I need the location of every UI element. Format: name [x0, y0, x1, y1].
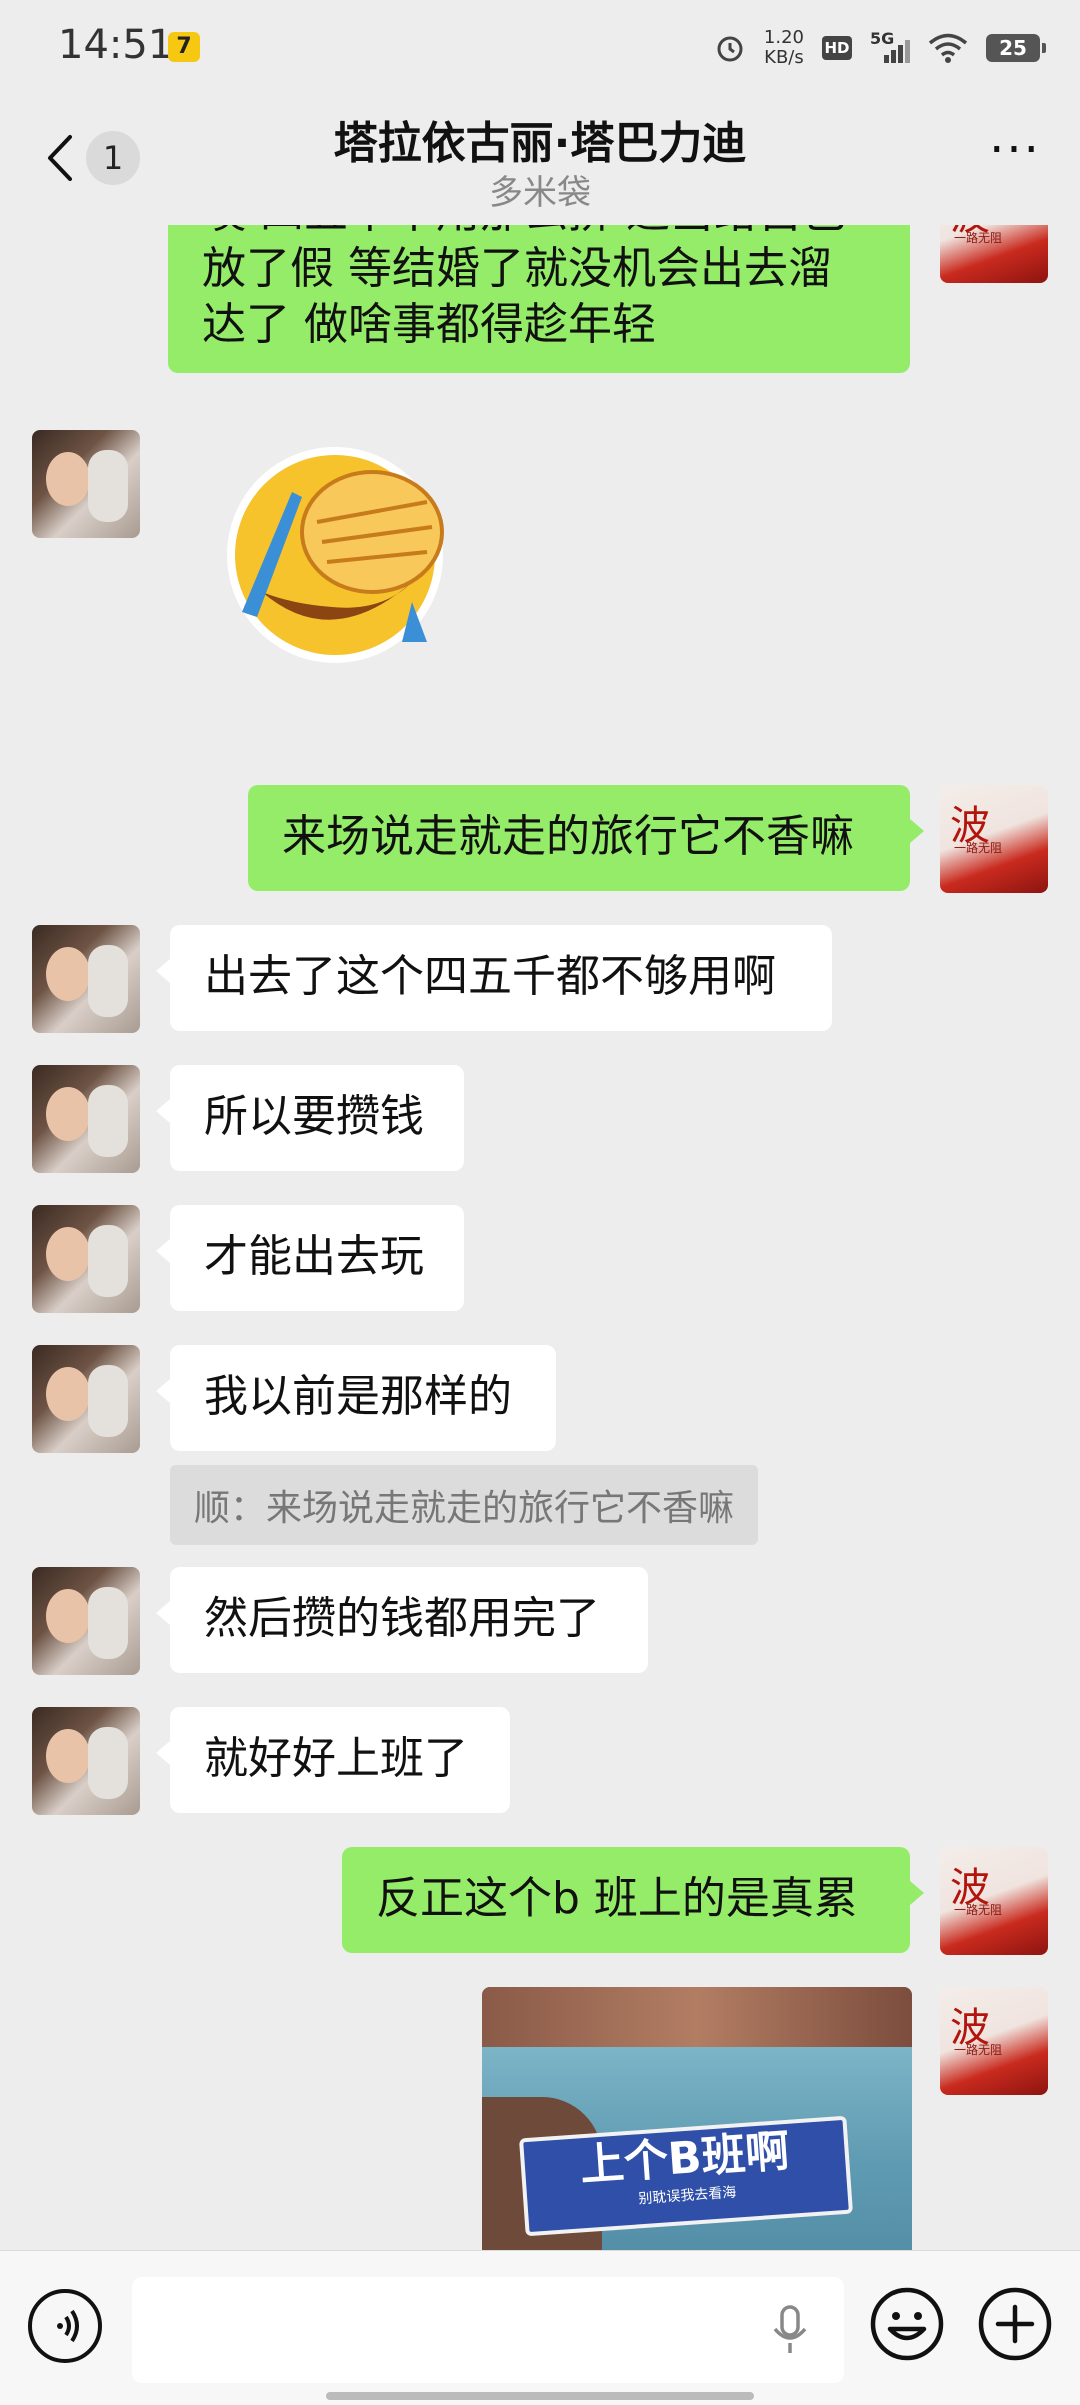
image-message[interactable]: 上个B班啊 别耽误我去看海 — [482, 1987, 912, 2250]
message-bubble-sent[interactable]: 噢 四五千不用那么拼 适当给自己 放了假 等结婚了就没机会出去溜 达了 做啥事都… — [168, 225, 910, 373]
more-options-button[interactable]: ··· — [980, 126, 1050, 175]
message-text-line: 放了假 等结婚了就没机会出去溜 — [202, 243, 832, 294]
status-time: 14:51 — [58, 22, 174, 68]
plus-icon[interactable] — [976, 2285, 1054, 2363]
my-avatar[interactable]: 波 一路无阻 — [940, 1847, 1048, 1955]
my-avatar[interactable]: 波 一路无阻 — [940, 225, 1048, 283]
message-text-line: 噢 四五千不用那么拼 适当给自己 — [202, 225, 876, 241]
contact-avatar[interactable] — [32, 1205, 140, 1313]
network-speed-value: 1.20 — [763, 27, 804, 48]
message-input[interactable] — [132, 2277, 844, 2383]
contact-avatar[interactable] — [32, 1707, 140, 1815]
message-bubble-sent[interactable]: 反正这个b 班上的是真累 — [342, 1847, 924, 1953]
emoji-icon[interactable] — [868, 2285, 946, 2363]
chat-header: 1 塔拉依古丽·塔巴力迪 多米袋 ··· — [0, 95, 1080, 225]
message-bubble-sent[interactable]: 来场说走就走的旅行它不香嘛 — [248, 785, 924, 891]
status-icons: 1.20 KB/s HD 5G 25 — [714, 22, 1046, 74]
alarm-icon — [717, 36, 743, 62]
contact-avatar[interactable] — [32, 1065, 140, 1173]
avatar-sub: 一路无阻 — [954, 2043, 1003, 2057]
battery-indicator: 25 — [986, 34, 1046, 62]
contact-avatar[interactable] — [32, 1345, 140, 1453]
signal-icon: 5G — [870, 29, 910, 65]
facepalm-laugh-emoji-sticker[interactable] — [222, 442, 448, 668]
chat-title: 塔拉依古丽·塔巴力迪 — [333, 118, 747, 169]
message-bubble-received[interactable]: 我以前是那样的 — [156, 1345, 556, 1451]
chat-message-list[interactable]: 波 一路无阻 噢 四五千不用那么拼 适当给自己 放了假 等结婚了就没机会出去溜 … — [0, 225, 1080, 2250]
hd-icon: HD — [822, 36, 852, 60]
my-avatar[interactable]: 波 一路无阻 — [940, 785, 1048, 893]
message-bubble-received[interactable]: 然后攒的钱都用完了 — [156, 1567, 648, 1673]
network-speed-unit: KB/s — [764, 47, 804, 68]
home-indicator[interactable] — [326, 2392, 754, 2400]
voice-icon — [57, 2309, 79, 2343]
message-bubble-received[interactable]: 才能出去玩 — [156, 1205, 464, 1311]
message-text-line: 达了 做啥事都得趁年轻 — [202, 299, 656, 350]
contact-avatar[interactable] — [32, 430, 140, 538]
avatar-sub: 一路无阻 — [954, 231, 1003, 245]
network-speed: 1.20 KB/s — [764, 28, 804, 68]
avatar-sub: 一路无阻 — [954, 841, 1003, 855]
app-notification-icon: 7 — [168, 32, 200, 62]
status-bar: 14:51 7 1.20 KB/s HD 5G 25 — [0, 0, 1080, 95]
message-bubble-received[interactable]: 所以要攒钱 — [156, 1065, 464, 1171]
chat-subtitle: 多米袋 — [489, 173, 591, 213]
wifi-icon — [928, 33, 968, 63]
contact-avatar[interactable] — [32, 1567, 140, 1675]
input-bar — [0, 2250, 1080, 2405]
message-bubble-received[interactable]: 出去了这个四五千都不够用啊 — [156, 925, 832, 1031]
my-avatar[interactable]: 波 一路无阻 — [940, 1987, 1048, 2095]
quoted-message[interactable]: 顺：来场说走就走的旅行它不香嘛 — [170, 1465, 759, 1545]
voice-toggle-button[interactable] — [28, 2289, 102, 2363]
message-bubble-received[interactable]: 就好好上班了 — [156, 1707, 510, 1813]
mic-icon[interactable] — [770, 2303, 810, 2357]
avatar-sub: 一路无阻 — [954, 1903, 1003, 1917]
contact-avatar[interactable] — [32, 925, 140, 1033]
